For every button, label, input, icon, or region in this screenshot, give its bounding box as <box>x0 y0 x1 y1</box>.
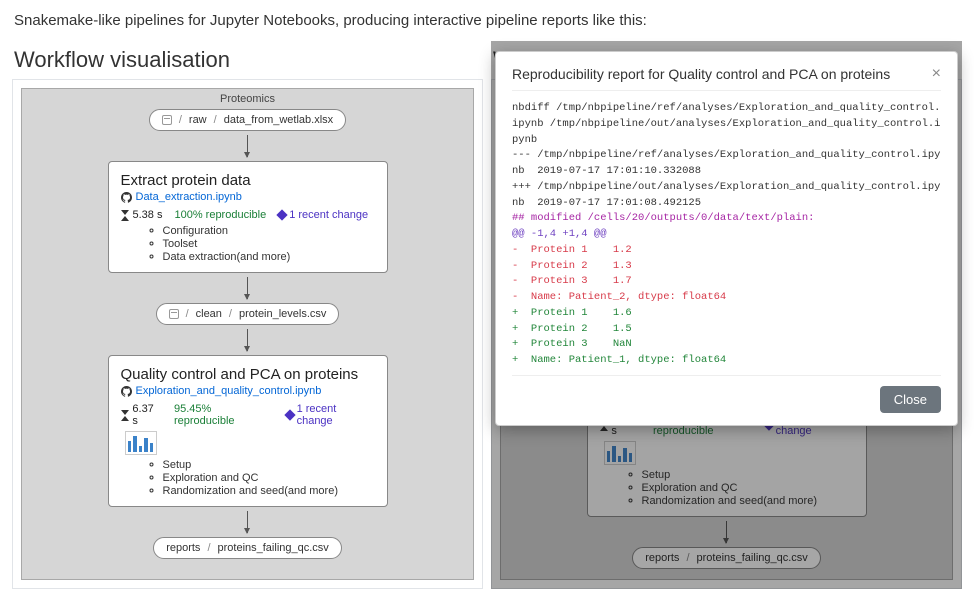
plot-thumbnail[interactable] <box>604 441 636 465</box>
diamond-icon <box>284 409 295 420</box>
step-time: 5.38 s <box>121 209 163 221</box>
step-extract[interactable]: Extract protein data Data_extraction.ipy… <box>108 161 388 273</box>
step-changes-link[interactable]: 1 recent change <box>278 209 368 221</box>
intro-text: Snakemake-like pipelines for Jupyter Not… <box>14 12 962 29</box>
arrow <box>247 511 248 533</box>
step-title: Extract protein data <box>121 172 375 189</box>
modal-title: Reproducibility report for Quality contr… <box>512 66 890 82</box>
arrow <box>247 135 248 157</box>
notebook-link[interactable]: Data_extraction.ipynb <box>121 191 375 203</box>
cluster-label: Proteomics <box>22 93 473 105</box>
step-time: 6.37 s <box>121 403 162 427</box>
file-icon <box>162 115 172 125</box>
close-button[interactable]: Close <box>880 386 941 413</box>
plot-thumbnail[interactable] <box>125 431 157 455</box>
step-title: Quality control and PCA on proteins <box>121 366 375 383</box>
file-node-reports[interactable]: reports /proteins_failing_qc.csv <box>153 537 342 559</box>
step-repro: 95.45% reproducible <box>174 403 274 427</box>
left-panel: Proteomics /raw /data_from_wetlab.xlsx E… <box>12 79 483 589</box>
notebook-link[interactable]: Exploration_and_quality_control.ipynb <box>121 385 375 397</box>
left-section-title: Workflow visualisation <box>14 47 483 73</box>
workflow-graph: Proteomics /raw /data_from_wetlab.xlsx E… <box>21 88 474 580</box>
close-icon[interactable]: × <box>932 66 941 82</box>
github-icon <box>121 192 132 203</box>
step-sections: Setup Exploration and QC Randomization a… <box>121 459 375 497</box>
step-sections: Configuration Toolset Data extraction(an… <box>121 225 375 263</box>
file-node-clean[interactable]: /clean /protein_levels.csv <box>156 303 340 325</box>
arrow <box>726 521 727 543</box>
reproducibility-modal: Reproducibility report for Quality contr… <box>495 51 958 426</box>
step-changes-link[interactable]: 1 recent change <box>286 403 375 427</box>
step-sections: Setup Exploration and QC Randomization a… <box>600 469 854 507</box>
diff-output: nbdiff /tmp/nbpipeline/ref/analyses/Expl… <box>512 101 941 369</box>
hourglass-icon <box>121 410 130 421</box>
arrow <box>247 329 248 351</box>
diamond-icon <box>277 209 288 220</box>
step-qc[interactable]: Quality control and PCA on proteins Expl… <box>108 355 388 507</box>
arrow <box>247 277 248 299</box>
file-icon <box>169 309 179 319</box>
file-node-reports[interactable]: reports /proteins_failing_qc.csv <box>632 547 821 569</box>
step-repro: 100% reproducible <box>174 209 266 221</box>
file-node-raw[interactable]: /raw /data_from_wetlab.xlsx <box>149 109 346 131</box>
github-icon <box>121 386 132 397</box>
hourglass-icon <box>121 210 130 221</box>
